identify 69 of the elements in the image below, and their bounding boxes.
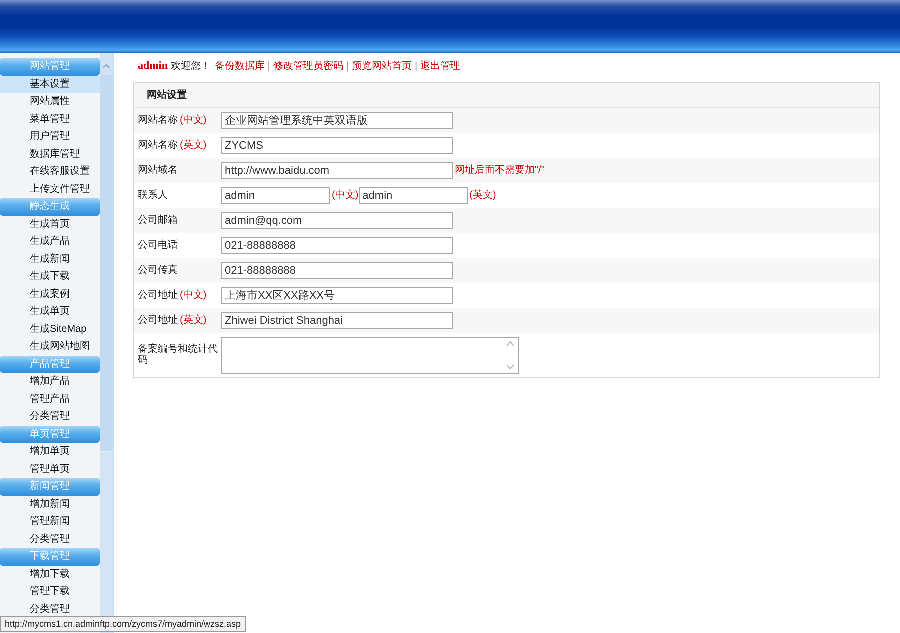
language-note: (中文): [180, 115, 207, 126]
sidebar-item[interactable]: 菜单管理: [0, 110, 100, 128]
text-input[interactable]: 企业网站管理系统中英双语版: [221, 112, 453, 129]
top-link[interactable]: 退出管理: [420, 61, 461, 72]
scroll-up-icon[interactable]: [100, 58, 113, 75]
sidebar-item[interactable]: 管理单页: [0, 460, 100, 478]
language-note: (中文): [180, 290, 207, 301]
sidebar-item[interactable]: 增加单页: [0, 443, 100, 460]
language-note: (英文): [470, 188, 496, 203]
sidebar-item[interactable]: 生成SiteMap: [0, 320, 100, 338]
language-note: (英文): [180, 140, 207, 151]
sidebar-item[interactable]: 增加产品: [0, 373, 100, 390]
text-input[interactable]: Zhiwei District Shanghai: [221, 312, 453, 329]
separator-text: |: [268, 61, 270, 72]
sidebar-item[interactable]: 分类管理: [0, 530, 100, 548]
sidebar-item[interactable]: 在线客服设置: [0, 163, 100, 180]
sidebar-item[interactable]: 网站属性: [0, 93, 100, 110]
top-link[interactable]: 预览网站首页: [352, 61, 412, 72]
status-url: http://mycms1.cn.adminftp.com/zycms7/myadmin/wzsz.asp: [0, 616, 246, 632]
field-label: 公司地址: [138, 315, 178, 326]
text-input[interactable]: admin: [221, 187, 330, 204]
sidebar-item[interactable]: 上传文件管理: [0, 180, 100, 198]
user-name: admin: [138, 60, 168, 72]
hint-text: 网址后面不需要加"/": [455, 164, 545, 178]
sidebar-item[interactable]: 生成下载: [0, 268, 100, 286]
sidebar-item[interactable]: 增加新闻: [0, 496, 100, 513]
sidebar-item[interactable]: 生成新闻: [0, 250, 100, 268]
sidebar-item[interactable]: 生成产品: [0, 233, 100, 250]
sidebar-item[interactable]: 数据库管理: [0, 146, 100, 163]
scrollbar-thumb[interactable]: [100, 75, 113, 452]
separator-text: |: [346, 61, 349, 72]
field-label: 公司传真: [138, 265, 178, 276]
top-link[interactable]: 修改管理员密码: [273, 61, 344, 72]
field-label: 公司电话: [138, 240, 178, 251]
sidebar-item[interactable]: 生成网站地图: [0, 338, 100, 356]
sidebar-item[interactable]: 管理产品: [0, 390, 100, 408]
language-note: (中文): [332, 188, 359, 203]
language-note: (英文): [180, 315, 207, 326]
top-link[interactable]: 备份数据库: [214, 61, 265, 72]
sidebar-item[interactable]: 分类管理: [0, 600, 100, 618]
sidebar-item[interactable]: 管理下载: [0, 583, 100, 600]
sidebar-item[interactable]: 生成首页: [0, 216, 100, 233]
sidebar-item[interactable]: 管理新闻: [0, 513, 100, 530]
field-label: 网站名称: [138, 115, 178, 126]
field-label: 公司地址: [138, 290, 178, 301]
text-input[interactable]: 021-88888888: [221, 262, 453, 279]
field-label: 公司邮箱: [138, 215, 178, 226]
text-input[interactable]: ZYCMS: [221, 137, 453, 154]
scroll-down-icon[interactable]: [506, 364, 515, 370]
welcome-text: 欢迎您！: [170, 61, 211, 72]
scroll-up-icon[interactable]: [506, 340, 515, 346]
sidebar-item[interactable]: 基本设置: [0, 76, 100, 93]
panel-title: 网站设置: [134, 83, 879, 108]
sidebar-item[interactable]: 用户管理: [0, 128, 100, 146]
text-input[interactable]: admin@qq.com: [221, 212, 453, 229]
field-label: 网站域名: [138, 165, 178, 176]
textarea-field[interactable]: [221, 336, 519, 374]
field-label: 联系人: [138, 190, 168, 201]
sidebar-item[interactable]: 生成案例: [0, 286, 100, 303]
sidebar-item[interactable]: 分类管理: [0, 408, 100, 426]
text-input[interactable]: 上海市XX区XX路XX号: [221, 287, 453, 304]
field-label: 备案编号和统计代码: [138, 344, 218, 366]
sidebar-item[interactable]: 生成单页: [0, 303, 100, 320]
field-label: 网站名称: [138, 140, 178, 151]
separator-text: |: [414, 61, 418, 72]
text-input[interactable]: 021-88888888: [221, 237, 453, 254]
text-input[interactable]: http://www.baidu.com: [221, 162, 453, 179]
text-input[interactable]: admin: [358, 187, 468, 204]
sidebar-item[interactable]: 增加下载: [0, 566, 100, 583]
